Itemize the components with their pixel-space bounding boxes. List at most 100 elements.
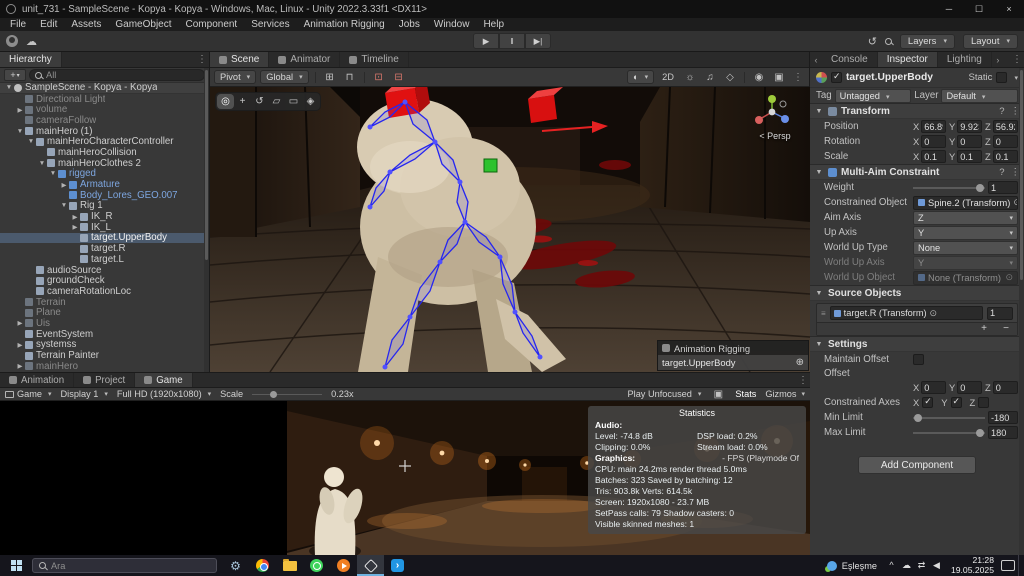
tray-icon[interactable]: ☁ — [899, 560, 914, 571]
panel-menu-icon[interactable] — [195, 52, 209, 67]
min-limit-slider[interactable] — [913, 411, 985, 424]
object-picker-icon[interactable] — [930, 308, 938, 319]
property-value[interactable]: Z — [913, 211, 1018, 225]
axis-checkbox[interactable] — [951, 397, 962, 408]
offset-y-field[interactable] — [957, 381, 982, 394]
tray-icon[interactable]: ⇄ — [914, 560, 929, 571]
tool-button[interactable]: ▭ — [285, 94, 302, 109]
min-limit-field[interactable] — [988, 411, 1018, 424]
create-object-button[interactable] — [4, 69, 26, 81]
scene-lighting-icon[interactable]: ☼ — [682, 70, 698, 84]
show-desktop-button[interactable] — [1018, 555, 1022, 576]
camera-settings-icon[interactable]: ▣ — [771, 70, 787, 84]
foldout-icon[interactable] — [814, 341, 824, 348]
weight-slider[interactable] — [913, 181, 985, 194]
start-button[interactable] — [2, 555, 30, 576]
hierarchy-item[interactable]: groundCheck — [0, 275, 209, 286]
hierarchy-item[interactable]: ▶ volume — [0, 104, 209, 115]
property-value[interactable]: Y — [913, 256, 1018, 270]
tab-hierarchy[interactable]: Hierarchy — [0, 52, 62, 67]
max-limit-slider[interactable] — [913, 426, 985, 439]
foldout-arrow-icon[interactable]: ▼ — [4, 84, 14, 91]
hierarchy-item[interactable]: cameraRotationLoc — [0, 286, 209, 297]
effects-icon[interactable]: ◇ — [722, 70, 738, 84]
layer-dropdown[interactable]: Default — [941, 89, 1018, 103]
active-checkbox[interactable] — [831, 72, 842, 83]
foldout-arrow-icon[interactable]: ▼ — [26, 138, 36, 145]
help-icon[interactable] — [999, 106, 1004, 117]
axis-checkbox[interactable] — [922, 397, 933, 408]
foldout-arrow-icon[interactable]: ▼ — [15, 128, 25, 135]
scene-viewport[interactable]: ◎+↺▱▭◈ < Persp Animation Rigging target.… — [210, 87, 810, 372]
tool-button[interactable]: ◎ — [217, 94, 234, 109]
undo-history-icon[interactable]: ↺ — [868, 35, 877, 48]
axis-checkbox[interactable] — [978, 397, 989, 408]
tray-icon[interactable]: ^ — [884, 560, 899, 571]
play-focus-dropdown[interactable]: Play Unfocused — [628, 389, 702, 399]
hierarchy-item[interactable]: ▶ mainHero — [0, 361, 209, 372]
transform-section-header[interactable]: Transform — [810, 103, 1024, 119]
taskbar-app-icon[interactable]: ⚙ — [222, 555, 249, 576]
foldout-arrow-icon[interactable]: ▶ — [15, 106, 25, 114]
orientation-gizmo[interactable]: < Persp — [752, 93, 798, 141]
menu-item[interactable]: Animation Rigging — [297, 18, 392, 31]
source-objects-header[interactable]: Source Objects — [810, 285, 1024, 301]
scene-visibility-icon[interactable]: ◉ — [751, 70, 767, 84]
hierarchy-item[interactable]: ▶ IK_L — [0, 222, 209, 233]
layout-dropdown[interactable]: Layout — [963, 34, 1018, 49]
menu-item[interactable]: Assets — [64, 18, 108, 31]
y-field[interactable] — [957, 150, 982, 163]
scene-audio-icon[interactable]: ♫ — [702, 70, 718, 84]
snap-magnet-icon[interactable]: ⊓ — [342, 70, 358, 84]
widgets-button[interactable]: Eşleşme — [820, 555, 884, 576]
menu-item[interactable]: File — [3, 18, 33, 31]
foldout-arrow-icon[interactable]: ▼ — [37, 160, 47, 167]
tool-button[interactable]: ▱ — [268, 94, 285, 109]
hierarchy-item[interactable]: EventSystem — [0, 329, 209, 340]
z-field[interactable] — [993, 150, 1018, 163]
hierarchy-item[interactable]: audioSource — [0, 265, 209, 276]
help-icon[interactable] — [999, 167, 1004, 178]
handle-orientation-dropdown[interactable]: Global — [260, 70, 308, 84]
hierarchy-item[interactable]: ▶ Uis — [0, 318, 209, 329]
taskbar-search-input[interactable] — [51, 561, 210, 571]
weight-field[interactable] — [988, 181, 1018, 194]
taskbar-app-icon[interactable] — [384, 555, 411, 576]
hierarchy-item[interactable]: Body_Lores_GEO.007 — [0, 190, 209, 201]
property-value[interactable]: Y — [913, 226, 1018, 240]
hierarchy-item[interactable]: ▼ Rig 1 — [0, 201, 209, 212]
scene-menu-icon[interactable] — [791, 72, 805, 83]
scale-slider[interactable] — [252, 389, 322, 399]
bottom-tab[interactable]: Animation — [0, 373, 74, 387]
foldout-icon[interactable] — [814, 108, 824, 115]
tool-button[interactable]: ◈ — [302, 94, 319, 109]
hierarchy-item[interactable]: cameraFollow — [0, 115, 209, 126]
panel-menu-icon[interactable] — [796, 373, 810, 387]
pivot-dropdown[interactable]: Pivot — [214, 70, 256, 84]
z-field[interactable] — [993, 120, 1018, 133]
hierarchy-item[interactable]: ▼ rigged — [0, 169, 209, 180]
remove-source-button[interactable]: − — [995, 323, 1017, 335]
menu-item[interactable]: Edit — [33, 18, 64, 31]
add-source-button[interactable]: + — [973, 323, 995, 335]
y-field[interactable] — [957, 135, 982, 148]
x-field[interactable] — [921, 120, 946, 133]
gameobject-name[interactable]: target.UpperBody — [846, 72, 964, 83]
stats-button[interactable]: Stats — [735, 389, 756, 399]
offset-z-field[interactable] — [993, 381, 1018, 394]
minimize-button[interactable]: ─ — [934, 0, 964, 18]
y-field[interactable] — [957, 120, 982, 133]
inspector-tab[interactable]: Console — [822, 52, 878, 67]
hierarchy-search-input[interactable] — [46, 70, 199, 80]
menu-item[interactable]: Component — [179, 18, 245, 31]
taskbar-app-icon[interactable] — [330, 555, 357, 576]
taskbar-app-icon[interactable] — [276, 555, 303, 576]
hierarchy-item[interactable]: target.UpperBody — [0, 233, 209, 244]
toggle-2d-button[interactable]: 2D — [658, 70, 678, 84]
property-value[interactable]: None (Transform) — [913, 271, 1018, 285]
scene-view-tab[interactable]: Animator — [269, 52, 340, 67]
foldout-arrow-icon[interactable]: ▼ — [48, 170, 58, 177]
hierarchy-item[interactable]: target.R — [0, 243, 209, 254]
hierarchy-item[interactable]: mainHeroCollision — [0, 147, 209, 158]
property-value[interactable]: Spine.2 (Transform) — [913, 196, 1018, 210]
